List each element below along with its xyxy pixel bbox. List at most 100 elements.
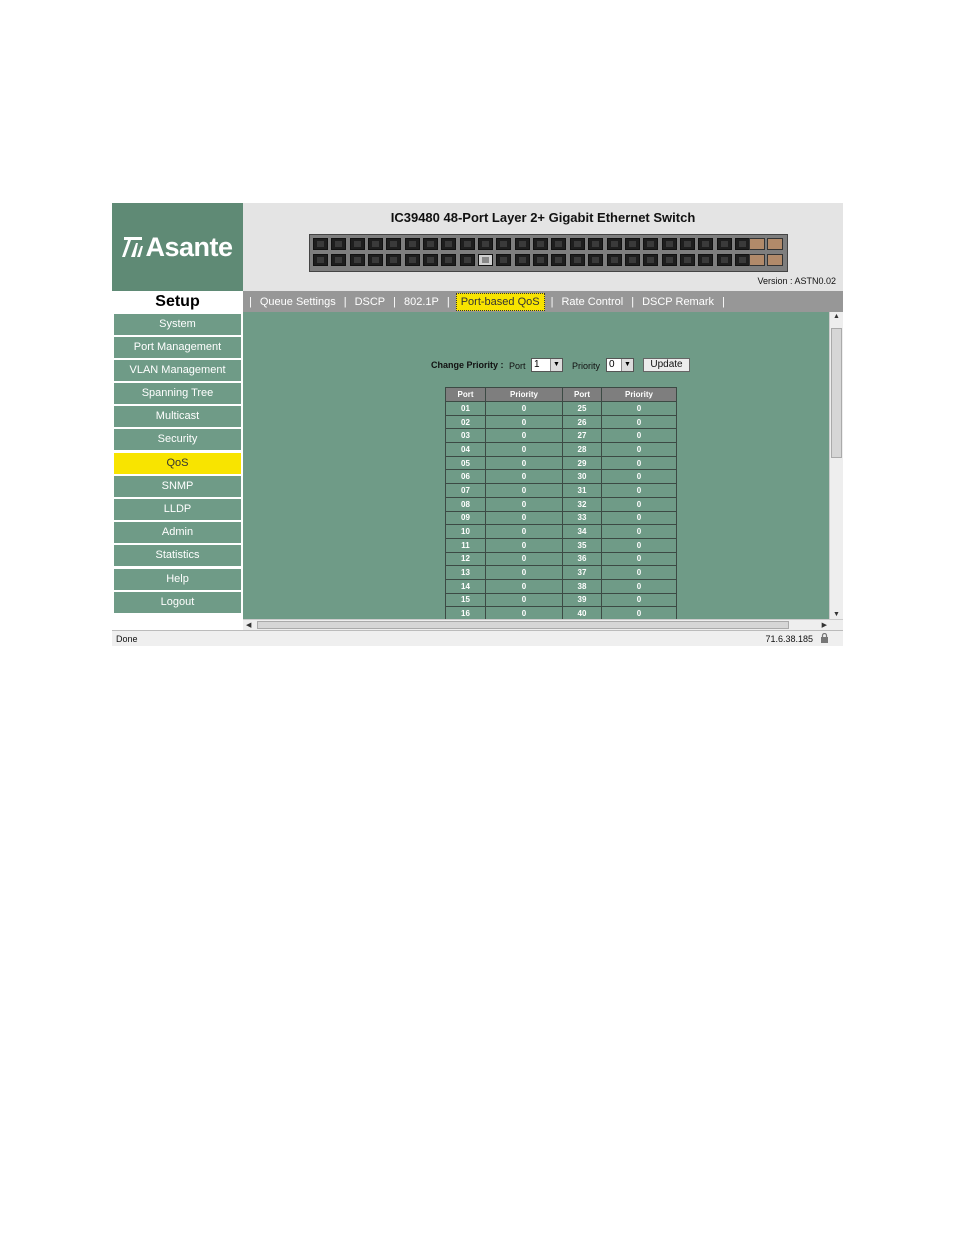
sidebar-item-system[interactable]: System <box>114 314 241 335</box>
sidebar-item-security[interactable]: Security <box>114 429 241 450</box>
ethernet-port <box>514 254 530 266</box>
sidebar-item-port-management[interactable]: Port Management <box>114 337 241 358</box>
port-cell: 03 <box>445 428 486 444</box>
ethernet-port <box>551 254 567 266</box>
port-cell: 15 <box>445 592 486 608</box>
ethernet-port <box>496 238 512 250</box>
ethernet-port <box>423 254 439 266</box>
port-select-label: Port <box>509 361 526 371</box>
tab-dscp-remark[interactable]: DSCP Remark <box>640 296 716 308</box>
priority-cell: 0 <box>485 414 563 430</box>
port-cell: 07 <box>445 483 486 498</box>
table-row: 01 0 25 0 <box>445 401 677 416</box>
tab-rate-control[interactable]: Rate Control <box>559 296 625 308</box>
sidebar-item-multicast[interactable]: Multicast <box>114 406 241 427</box>
priority-cell: 0 <box>485 565 563 580</box>
port-cell: 09 <box>445 510 486 526</box>
table-row: 07 0 31 0 <box>445 483 677 498</box>
status-text: Done <box>116 634 138 644</box>
chevron-down-icon: ▼ <box>621 359 633 371</box>
ethernet-port <box>698 254 714 266</box>
ethernet-port <box>661 254 677 266</box>
vertical-scroll-thumb[interactable] <box>831 328 842 458</box>
port-cell: 29 <box>562 455 602 471</box>
update-button[interactable]: Update <box>643 358 690 372</box>
scroll-down-arrow-icon[interactable]: ▼ <box>833 611 840 618</box>
column-header-priority: Priority <box>601 387 677 402</box>
priority-select[interactable]: 0 ▼ <box>606 358 634 372</box>
table-body: 01 0 25 0 02 0 26 0 03 0 27 0 04 0 28 0 05 0 29 0 06 0 30 0 07 0 3… <box>445 401 677 621</box>
sidebar-item-vlan-management[interactable]: VLAN Management <box>114 360 241 381</box>
ethernet-port <box>423 238 439 250</box>
ethernet-port <box>514 238 530 250</box>
tab-separator: | <box>550 295 554 308</box>
priority-cell: 0 <box>485 524 563 539</box>
ethernet-port <box>533 254 549 266</box>
scroll-right-arrow-icon[interactable]: ▶ <box>822 621 827 629</box>
device-panel: IC39480 48-Port Layer 2+ Gigabit Etherne… <box>243 203 843 291</box>
sidebar-item-qos[interactable]: QoS <box>114 453 241 474</box>
sidebar-item-snmp[interactable]: SNMP <box>114 476 241 497</box>
version-label: Version : ASTN0.02 <box>757 276 836 286</box>
port-cell: 31 <box>562 483 602 498</box>
tab-separator: | <box>393 295 396 308</box>
sidebar-item-logout[interactable]: Logout <box>114 592 241 613</box>
tab-dscp[interactable]: DSCP <box>353 296 388 308</box>
priority-cell: 0 <box>485 510 563 526</box>
sidebar-item-help[interactable]: Help <box>114 569 241 590</box>
tab-8021p[interactable]: 802.1P <box>402 296 441 308</box>
ethernet-port <box>478 238 494 250</box>
ethernet-port <box>606 238 622 250</box>
sidebar-item-spanning-tree[interactable]: Spanning Tree <box>114 383 241 404</box>
priority-cell: 0 <box>601 469 677 485</box>
ethernet-port <box>441 238 457 250</box>
tab-separator: | <box>722 295 725 308</box>
port-cell: 27 <box>562 428 602 444</box>
port-cell: 06 <box>445 469 486 485</box>
sfp-port <box>767 254 783 266</box>
ethernet-port <box>661 238 677 250</box>
tab-separator: | <box>343 295 347 308</box>
sidebar-item-statistics[interactable]: Statistics <box>114 545 241 566</box>
ethernet-port <box>459 238 475 250</box>
scroll-left-arrow-icon[interactable]: ◀ <box>246 621 251 629</box>
port-cell: 35 <box>562 537 602 553</box>
port-cell: 04 <box>445 442 486 457</box>
scroll-up-arrow-icon[interactable]: ▲ <box>833 313 840 320</box>
device-title: IC39480 48-Port Layer 2+ Gigabit Etherne… <box>390 210 696 225</box>
priority-cell: 0 <box>601 428 677 444</box>
port-cell: 32 <box>562 496 602 512</box>
tab-port-based-qos[interactable]: Port-based QoS <box>455 292 545 311</box>
priority-cell: 0 <box>601 510 677 526</box>
ethernet-port <box>386 254 402 266</box>
port-select-value: 1 <box>534 359 540 370</box>
port-cell: 14 <box>445 578 486 594</box>
horizontal-scrollbar[interactable]: ◀ ▶ <box>243 619 843 630</box>
port-cell: 25 <box>562 401 602 416</box>
ethernet-port <box>588 238 604 250</box>
tab-separator: | <box>249 295 252 308</box>
horizontal-scroll-thumb[interactable] <box>257 621 789 629</box>
chevron-down-icon: ▼ <box>550 359 562 371</box>
sidebar-item-lldp[interactable]: LLDP <box>114 499 241 520</box>
status-bar: Done 71.6.38.185 <box>112 630 843 646</box>
priority-cell: 0 <box>601 442 677 457</box>
priority-cell: 0 <box>485 537 563 553</box>
ethernet-port <box>331 238 347 250</box>
vertical-scrollbar[interactable]: ▲ ▼ <box>829 312 843 619</box>
table-row: 06 0 30 0 <box>445 469 677 485</box>
port-cell: 10 <box>445 524 486 539</box>
port-cell: 13 <box>445 565 486 580</box>
sidebar-item-admin[interactable]: Admin <box>114 522 241 543</box>
port-select[interactable]: 1 ▼ <box>531 358 563 372</box>
priority-cell: 0 <box>601 455 677 471</box>
browser-window: Asante IC39480 48-Port Layer 2+ Gigabit … <box>112 203 843 646</box>
ethernet-port <box>349 238 365 250</box>
table-row: 10 0 34 0 <box>445 524 677 539</box>
ethernet-port <box>404 254 420 266</box>
tab-queue-settings[interactable]: Queue Settings <box>258 296 338 308</box>
table-row: 09 0 33 0 <box>445 510 677 526</box>
port-cell: 36 <box>562 551 602 567</box>
ethernet-port <box>459 254 475 266</box>
column-header-priority: Priority <box>485 387 563 402</box>
